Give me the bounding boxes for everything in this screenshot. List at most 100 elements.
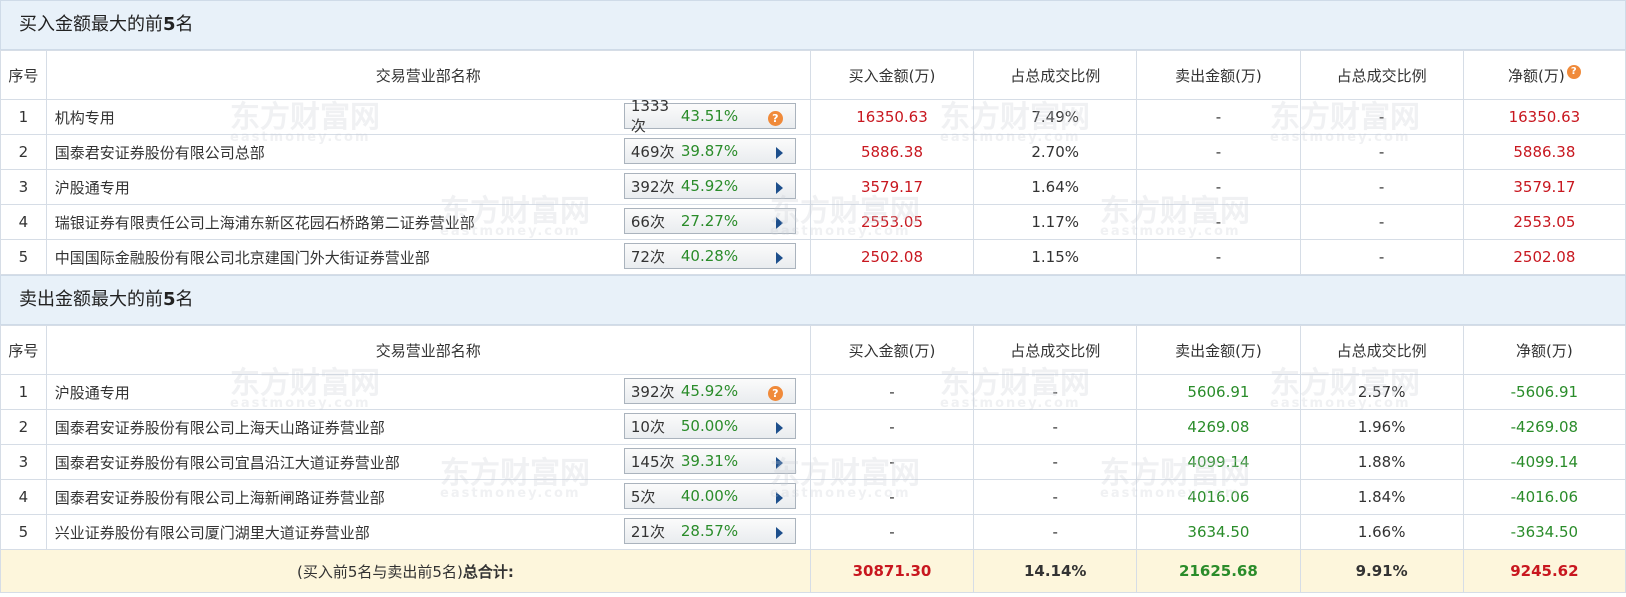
total-label: (买入前5名与卖出前5名)总合计:: [0, 549, 811, 593]
sell-amount: 5606.91: [1136, 374, 1301, 410]
branch-stats-button[interactable]: 21次 28.57%: [623, 518, 796, 544]
branch-cell: 兴业证券股份有限公司厦门湖里大道证券营业部 21次 28.57%: [45, 514, 811, 550]
sell-ratio: 1.66%: [1299, 514, 1464, 550]
branch-name[interactable]: 国泰君安证券股份有限公司宜昌沿江大道证券营业部: [55, 454, 400, 472]
arrow-right-icon[interactable]: [775, 455, 783, 473]
row-index: 2: [0, 134, 47, 170]
sell-amount: 4269.08: [1136, 409, 1301, 445]
branch-name[interactable]: 沪股通专用: [55, 384, 130, 402]
buy-section-title: 买入金额最大的前5名: [0, 0, 1626, 50]
branch-cell: 中国国际金融股份有限公司北京建国门外大街证券营业部 72次 40.28%: [45, 239, 811, 275]
branch-cell: 国泰君安证券股份有限公司总部 469次 39.87%: [45, 134, 811, 170]
branch-name[interactable]: 兴业证券股份有限公司厦门湖里大道证券营业部: [55, 524, 370, 542]
buy-ratio: -: [973, 479, 1138, 515]
win-rate: 50.00%: [680, 417, 739, 435]
help-icon[interactable]: ?: [1566, 64, 1581, 79]
net-amount: 3579.17: [1462, 169, 1626, 205]
header-row: 序号 交易营业部名称 买入金额(万) 占总成交比例 卖出金额(万) 占总成交比例 净额(万): [0, 325, 1626, 375]
net-amount: -4099.14: [1462, 444, 1626, 480]
arrow-right-icon[interactable]: [775, 250, 783, 268]
branch-name[interactable]: 国泰君安证券股份有限公司总部: [55, 144, 265, 162]
branch-stats-button[interactable]: 10次 50.00%: [623, 413, 796, 439]
sell-section-title: 卖出金额最大的前5名: [0, 275, 1626, 325]
sell-ratio: 1.96%: [1299, 409, 1464, 445]
col-header-branch: 交易营业部名称: [45, 50, 811, 100]
branch-stats-button[interactable]: 392次 45.92%: [623, 173, 796, 199]
trade-count: 5次: [630, 487, 656, 506]
col-header-sell-ratio-label: 占总成交比例: [1336, 66, 1427, 85]
branch-stats-button[interactable]: 469次 39.87%: [623, 138, 796, 164]
col-header-buy-ratio-label: 占总成交比例: [1010, 341, 1101, 360]
win-rate: 45.92%: [680, 177, 739, 195]
arrow-right-icon[interactable]: [775, 490, 783, 508]
win-rate: 45.92%: [680, 382, 739, 400]
sell-ratio: -: [1299, 239, 1464, 275]
buy-ratio: 7.49%: [973, 99, 1138, 135]
col-header-buy-ratio: 占总成交比例: [973, 50, 1138, 100]
sell-amount: -: [1136, 169, 1301, 205]
total-buy: 30871.30: [809, 549, 975, 593]
branch-stats-button[interactable]: 1333次 43.51%?: [623, 97, 796, 135]
buy-amount: 5886.38: [809, 134, 975, 170]
col-header-net: 净额(万): [1462, 325, 1626, 375]
trade-count: 1333次: [630, 96, 670, 135]
net-amount: -4269.08: [1462, 409, 1626, 445]
branch-stats-button[interactable]: 145次 39.31%: [623, 448, 796, 474]
branch-name[interactable]: 中国国际金融股份有限公司北京建国门外大街证券营业部: [55, 249, 430, 267]
arrow-right-icon[interactable]: [775, 525, 783, 543]
sell-amount: 4099.14: [1136, 444, 1301, 480]
branch-name[interactable]: 国泰君安证券股份有限公司上海新闸路证券营业部: [55, 489, 385, 507]
buy-amount: 3579.17: [809, 169, 975, 205]
sell-ratio: -: [1299, 169, 1464, 205]
sell-amount: -: [1136, 99, 1301, 135]
branch-stats-button[interactable]: 72次 40.28%: [623, 243, 796, 269]
branch-stats-button[interactable]: 5次 40.00%: [623, 483, 796, 509]
sell-amount: 4016.06: [1136, 479, 1301, 515]
row-index: 1: [0, 374, 47, 410]
col-header-buy: 买入金额(万): [809, 325, 975, 375]
buy-ratio: -: [973, 409, 1138, 445]
branch-name[interactable]: 瑞银证券有限责任公司上海浦东新区花园石桥路第二证券营业部: [55, 214, 475, 232]
win-rate: 39.31%: [680, 452, 739, 470]
buy-amount: 2553.05: [809, 204, 975, 240]
buy-ratio: 1.17%: [973, 204, 1138, 240]
sell-amount: -: [1136, 239, 1301, 275]
col-header-buy: 买入金额(万): [809, 50, 975, 100]
sell-ratio: -: [1299, 134, 1464, 170]
net-amount: -5606.91: [1462, 374, 1626, 410]
row-index: 3: [0, 444, 47, 480]
buy-ratio: 2.70%: [973, 134, 1138, 170]
buy-amount: 2502.08: [809, 239, 975, 275]
row-index: 1: [0, 99, 47, 135]
table-row: 4 瑞银证券有限责任公司上海浦东新区花园石桥路第二证券营业部 66次 27.27% 25…: [0, 204, 1626, 240]
win-rate: 43.51%: [680, 107, 739, 125]
arrow-right-icon[interactable]: [775, 420, 783, 438]
trade-count: 469次: [630, 142, 675, 161]
arrow-right-icon[interactable]: [775, 180, 783, 198]
branch-cell: 机构专用 1333次 43.51%?: [45, 97, 811, 135]
buy-amount: -: [809, 409, 975, 445]
question-icon[interactable]: ?: [767, 383, 783, 401]
branch-name[interactable]: 机构专用: [55, 109, 115, 127]
col-header-sell-label: 卖出金额(万): [1175, 66, 1262, 85]
trade-count: 66次: [630, 212, 665, 231]
lhb-detail-panel: 买入金额最大的前5名 序号 交易营业部名称 买入金额(万) 占总成交比例 卖出金额(万)…: [0, 0, 1626, 597]
row-index: 3: [0, 169, 47, 205]
arrow-right-icon[interactable]: [775, 145, 783, 163]
branch-cell: 国泰君安证券股份有限公司上海新闸路证券营业部 5次 40.00%: [45, 479, 811, 515]
col-header-sell-label: 卖出金额(万): [1175, 341, 1262, 360]
branch-stats-button[interactable]: 392次 45.92%?: [623, 378, 796, 404]
buy-ratio: -: [973, 514, 1138, 550]
question-icon[interactable]: ?: [767, 108, 783, 126]
arrow-right-icon[interactable]: [775, 215, 783, 233]
branch-stats-button[interactable]: 66次 27.27%: [623, 208, 796, 234]
total-net: 9245.62: [1462, 549, 1626, 593]
table-row: 2 国泰君安证券股份有限公司总部 469次 39.87% 5886.38 2.70% - -5…: [0, 134, 1626, 170]
branch-name[interactable]: 国泰君安证券股份有限公司上海天山路证券营业部: [55, 419, 385, 437]
col-header-sell-ratio: 占总成交比例: [1299, 325, 1464, 375]
win-rate: 28.57%: [680, 522, 739, 540]
row-index: 4: [0, 479, 47, 515]
sell-amount: -: [1136, 204, 1301, 240]
trade-count: 10次: [630, 417, 665, 436]
branch-name[interactable]: 沪股通专用: [55, 179, 130, 197]
